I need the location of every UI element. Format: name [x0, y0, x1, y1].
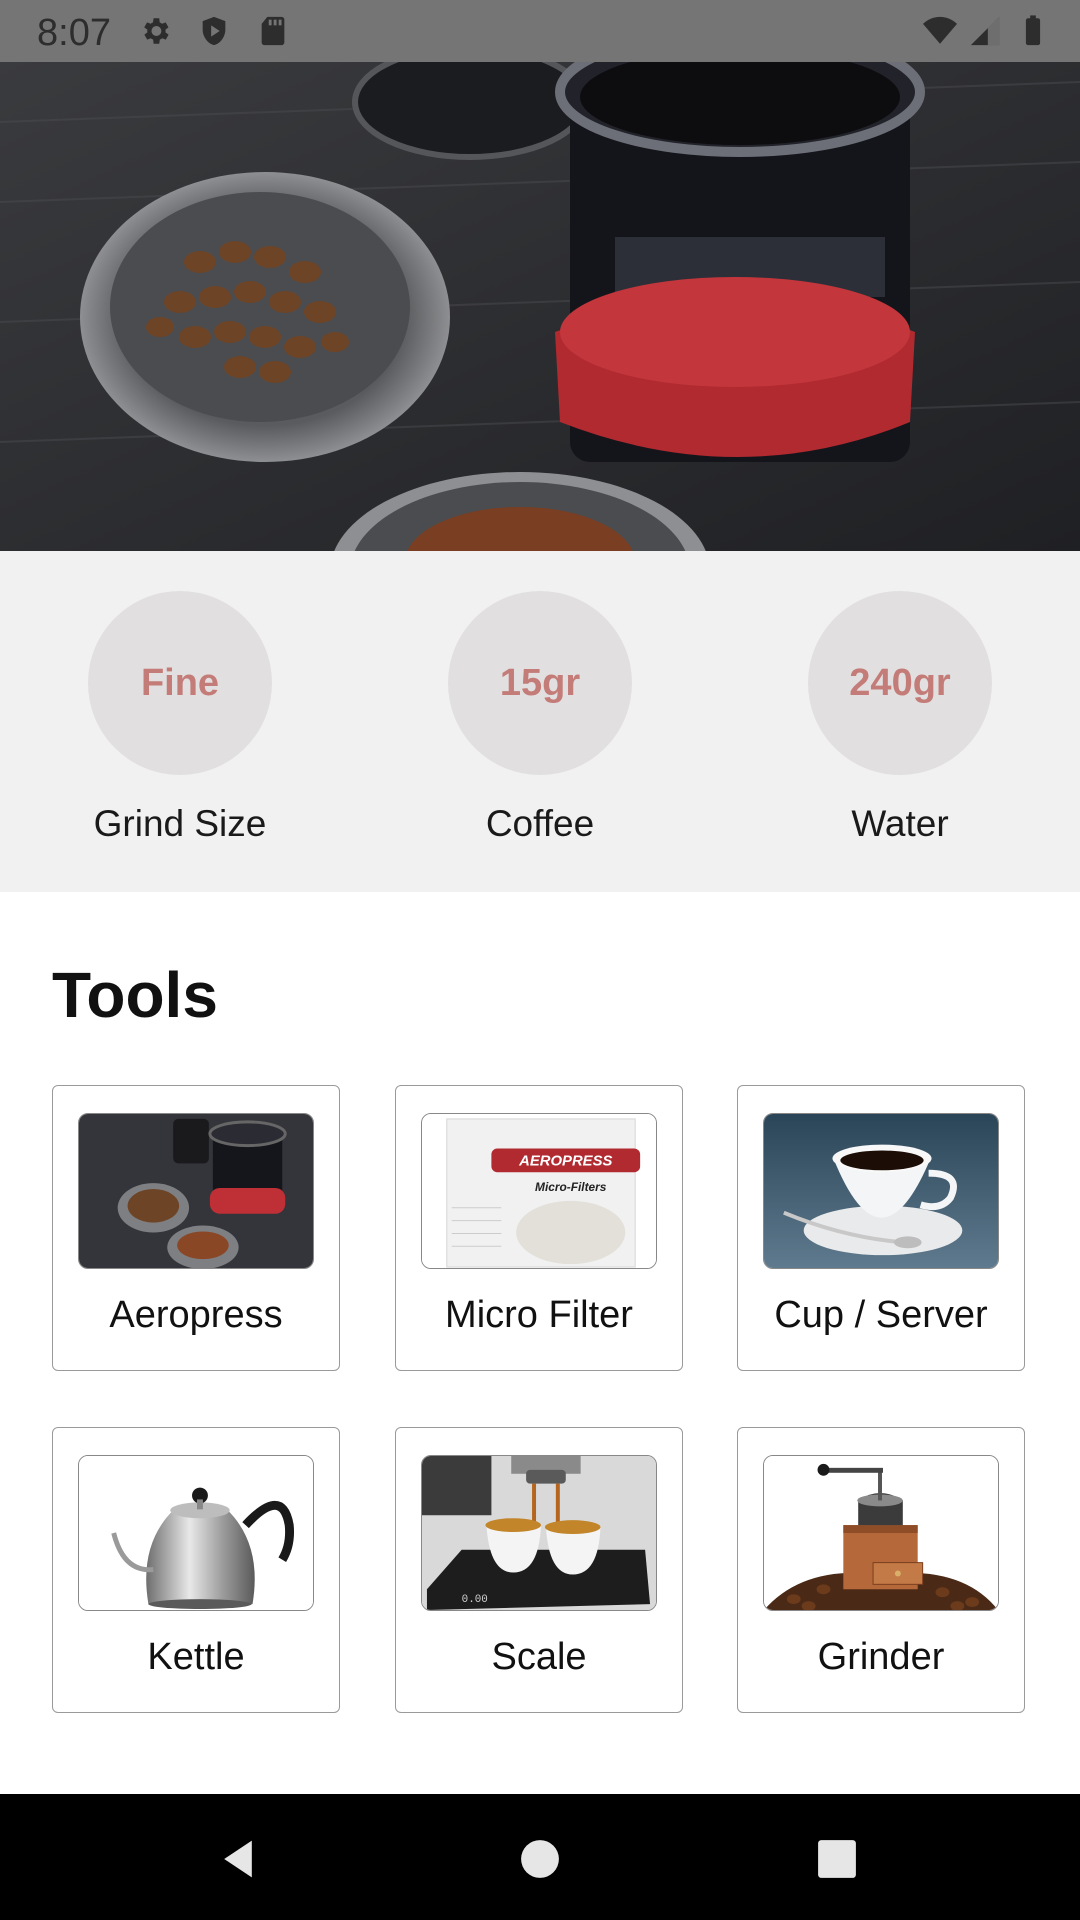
water-value: 240gr: [808, 591, 992, 775]
recents-icon: [818, 1840, 856, 1878]
cup-server-image: [763, 1113, 999, 1269]
micro-filter-brand-text: AEROPRESS: [518, 1153, 612, 1169]
tool-card-cup-server[interactable]: Cup / Server: [737, 1085, 1025, 1371]
navigation-bar: [0, 1794, 1080, 1920]
battery-icon: [1016, 14, 1050, 48]
water-label: Water: [851, 803, 949, 844]
signal-icon: [968, 14, 1002, 48]
tool-label: Kettle: [147, 1636, 245, 1678]
grinder-image: [763, 1455, 999, 1611]
grind-size-value: Fine: [88, 591, 272, 775]
aeropress-image: [78, 1113, 314, 1269]
wifi-icon: [920, 14, 960, 48]
shield-play-icon: [197, 14, 231, 48]
kettle-image: [78, 1455, 314, 1611]
coffee-label: Coffee: [485, 803, 595, 844]
tool-card-grinder[interactable]: Grinder: [737, 1427, 1025, 1713]
scale-image: 0.00: [421, 1455, 657, 1611]
tool-label: Aeropress: [109, 1294, 283, 1336]
tool-label: Scale: [491, 1636, 587, 1678]
sd-card-icon: [256, 14, 290, 48]
home-icon: [521, 1840, 559, 1878]
status-time: 8:07: [37, 12, 111, 54]
status-bar: 8:07: [0, 0, 1080, 62]
settings-icon: [138, 14, 172, 48]
home-button[interactable]: [505, 1824, 575, 1894]
micro-filter-image: AEROPRESS Micro-Filters: [421, 1113, 657, 1269]
param-water[interactable]: 240gr Water: [720, 551, 1080, 892]
tool-label: Micro Filter: [445, 1294, 633, 1336]
tool-card-aeropress[interactable]: Aeropress: [52, 1085, 340, 1371]
tool-label: Cup / Server: [774, 1294, 988, 1336]
tool-card-kettle[interactable]: Kettle: [52, 1427, 340, 1713]
tool-card-micro-filter[interactable]: AEROPRESS Micro-Filters Micro Filter: [395, 1085, 683, 1371]
param-coffee[interactable]: 15gr Coffee: [360, 551, 720, 892]
param-grind-size[interactable]: Fine Grind Size: [0, 551, 360, 892]
tool-card-scale[interactable]: 0.00 Scale: [395, 1427, 683, 1713]
back-button[interactable]: [203, 1824, 273, 1894]
grind-size-label: Grind Size: [93, 803, 267, 844]
recents-button[interactable]: [802, 1824, 872, 1894]
brew-parameters: Fine Grind Size 15gr Coffee 240gr Water: [0, 551, 1080, 892]
svg-text:0.00: 0.00: [462, 1594, 488, 1606]
back-icon: [224, 1840, 252, 1878]
hero-image: [0, 62, 1080, 551]
tool-label: Grinder: [817, 1636, 945, 1678]
coffee-value: 15gr: [448, 591, 632, 775]
tools-title: Tools: [52, 959, 218, 1031]
svg-text:Micro-Filters: Micro-Filters: [535, 1180, 607, 1194]
